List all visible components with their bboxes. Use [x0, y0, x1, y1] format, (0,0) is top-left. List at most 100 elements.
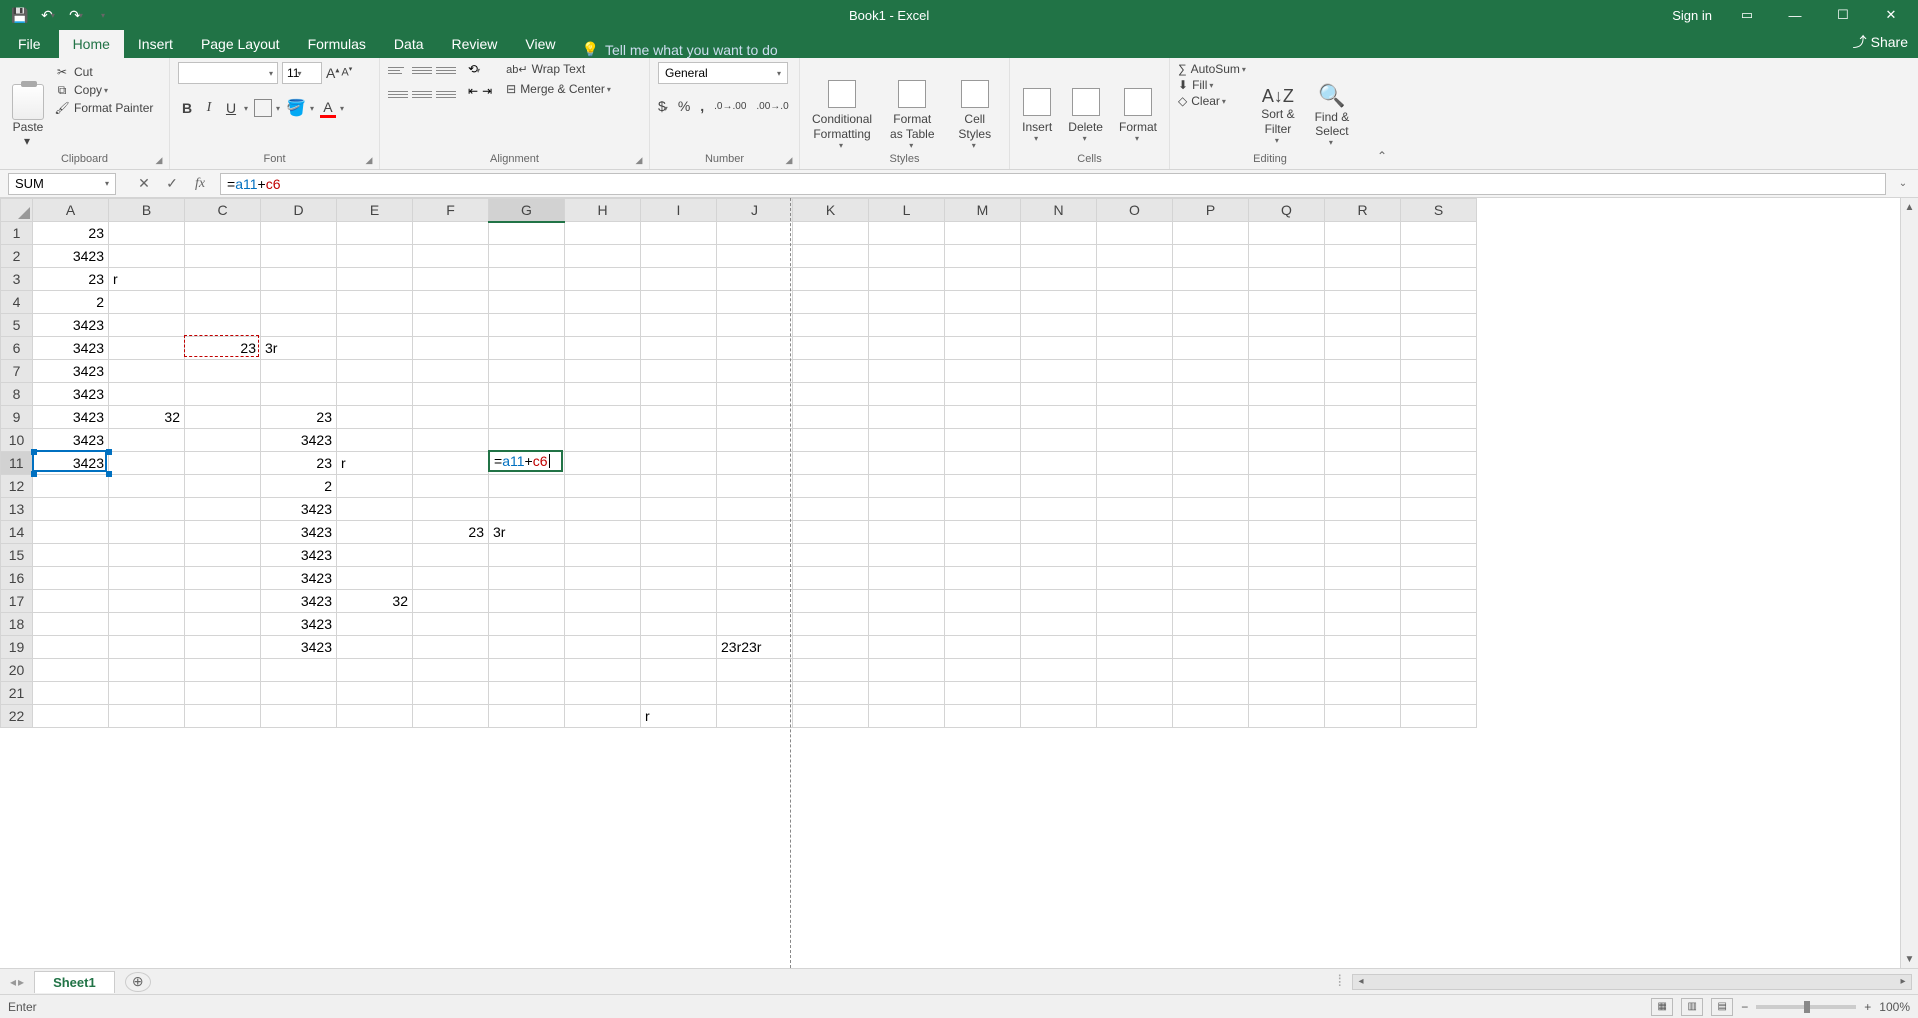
- cell-K2[interactable]: [793, 245, 869, 268]
- cell-R1[interactable]: [1325, 222, 1401, 245]
- cell-A19[interactable]: [33, 636, 109, 659]
- clear-button[interactable]: ◇Clear▾: [1178, 94, 1246, 108]
- sheet-tab-active[interactable]: Sheet1: [34, 971, 115, 993]
- cell-K9[interactable]: [793, 406, 869, 429]
- cell-C17[interactable]: [185, 590, 261, 613]
- cell-G17[interactable]: [489, 590, 565, 613]
- cell-F10[interactable]: [413, 429, 489, 452]
- cell-I1[interactable]: [641, 222, 717, 245]
- row-header-21[interactable]: 21: [1, 682, 33, 705]
- cell-K20[interactable]: [793, 659, 869, 682]
- cell-G3[interactable]: [489, 268, 565, 291]
- cell-B3[interactable]: r: [109, 268, 185, 291]
- cell-H1[interactable]: [565, 222, 641, 245]
- cell-O19[interactable]: [1097, 636, 1173, 659]
- cell-M1[interactable]: [945, 222, 1021, 245]
- cell-O14[interactable]: [1097, 521, 1173, 544]
- cell-H16[interactable]: [565, 567, 641, 590]
- cell-R18[interactable]: [1325, 613, 1401, 636]
- cell-I3[interactable]: [641, 268, 717, 291]
- tab-formulas[interactable]: Formulas: [294, 30, 380, 58]
- cell-R17[interactable]: [1325, 590, 1401, 613]
- redo-icon[interactable]: ↷▾: [64, 3, 88, 27]
- cell-M13[interactable]: [945, 498, 1021, 521]
- cell-R2[interactable]: [1325, 245, 1401, 268]
- cell-R5[interactable]: [1325, 314, 1401, 337]
- cell-C12[interactable]: [185, 475, 261, 498]
- cell-E2[interactable]: [337, 245, 413, 268]
- cell-I21[interactable]: [641, 682, 717, 705]
- cell-F18[interactable]: [413, 613, 489, 636]
- cell-J4[interactable]: [717, 291, 793, 314]
- cell-R8[interactable]: [1325, 383, 1401, 406]
- cell-K21[interactable]: [793, 682, 869, 705]
- cell-H19[interactable]: [565, 636, 641, 659]
- cell-B14[interactable]: [109, 521, 185, 544]
- cell-N8[interactable]: [1021, 383, 1097, 406]
- cell-I13[interactable]: [641, 498, 717, 521]
- cell-B6[interactable]: [109, 337, 185, 360]
- cell-G21[interactable]: [489, 682, 565, 705]
- cell-E17[interactable]: 32: [337, 590, 413, 613]
- cell-N4[interactable]: [1021, 291, 1097, 314]
- cell-Q18[interactable]: [1249, 613, 1325, 636]
- cell-I11[interactable]: [641, 452, 717, 475]
- cell-P4[interactable]: [1173, 291, 1249, 314]
- cell-O4[interactable]: [1097, 291, 1173, 314]
- cell-A15[interactable]: [33, 544, 109, 567]
- cell-K1[interactable]: [793, 222, 869, 245]
- row-header-17[interactable]: 17: [1, 590, 33, 613]
- cell-M8[interactable]: [945, 383, 1021, 406]
- align-middle-icon[interactable]: [412, 62, 432, 78]
- cell-B11[interactable]: [109, 452, 185, 475]
- cell-S4[interactable]: [1401, 291, 1477, 314]
- row-header-14[interactable]: 14: [1, 521, 33, 544]
- cell-G10[interactable]: [489, 429, 565, 452]
- cell-C8[interactable]: [185, 383, 261, 406]
- cell-L20[interactable]: [869, 659, 945, 682]
- cell-P6[interactable]: [1173, 337, 1249, 360]
- cell-N20[interactable]: [1021, 659, 1097, 682]
- cell-O21[interactable]: [1097, 682, 1173, 705]
- cell-A14[interactable]: [33, 521, 109, 544]
- cell-A11[interactable]: 3423: [33, 452, 109, 475]
- cell-S15[interactable]: [1401, 544, 1477, 567]
- bold-button[interactable]: B: [178, 100, 196, 116]
- cell-D16[interactable]: 3423: [261, 567, 337, 590]
- cell-L10[interactable]: [869, 429, 945, 452]
- cell-J21[interactable]: [717, 682, 793, 705]
- cell-D8[interactable]: [261, 383, 337, 406]
- align-left-icon[interactable]: [388, 86, 408, 102]
- collapse-ribbon-icon[interactable]: ⌃: [1370, 58, 1394, 169]
- cell-Q1[interactable]: [1249, 222, 1325, 245]
- cell-N11[interactable]: [1021, 452, 1097, 475]
- cell-J19[interactable]: 23r23r: [717, 636, 793, 659]
- cell-O16[interactable]: [1097, 567, 1173, 590]
- cell-N19[interactable]: [1021, 636, 1097, 659]
- cell-R14[interactable]: [1325, 521, 1401, 544]
- cell-C9[interactable]: [185, 406, 261, 429]
- cell-F2[interactable]: [413, 245, 489, 268]
- cell-E5[interactable]: [337, 314, 413, 337]
- cell-M18[interactable]: [945, 613, 1021, 636]
- cell-D22[interactable]: [261, 705, 337, 728]
- col-header-D[interactable]: D: [261, 199, 337, 222]
- cell-S13[interactable]: [1401, 498, 1477, 521]
- cell-C15[interactable]: [185, 544, 261, 567]
- italic-button[interactable]: I: [202, 100, 216, 116]
- cell-S8[interactable]: [1401, 383, 1477, 406]
- cell-G5[interactable]: [489, 314, 565, 337]
- cell-F4[interactable]: [413, 291, 489, 314]
- cell-C22[interactable]: [185, 705, 261, 728]
- tab-data[interactable]: Data: [380, 30, 438, 58]
- format-painter-button[interactable]: 🖌Format Painter: [54, 100, 153, 116]
- cell-M22[interactable]: [945, 705, 1021, 728]
- col-header-S[interactable]: S: [1401, 199, 1477, 222]
- cell-R6[interactable]: [1325, 337, 1401, 360]
- cell-S18[interactable]: [1401, 613, 1477, 636]
- cell-O17[interactable]: [1097, 590, 1173, 613]
- cell-Q12[interactable]: [1249, 475, 1325, 498]
- cell-D2[interactable]: [261, 245, 337, 268]
- cell-C20[interactable]: [185, 659, 261, 682]
- cell-R21[interactable]: [1325, 682, 1401, 705]
